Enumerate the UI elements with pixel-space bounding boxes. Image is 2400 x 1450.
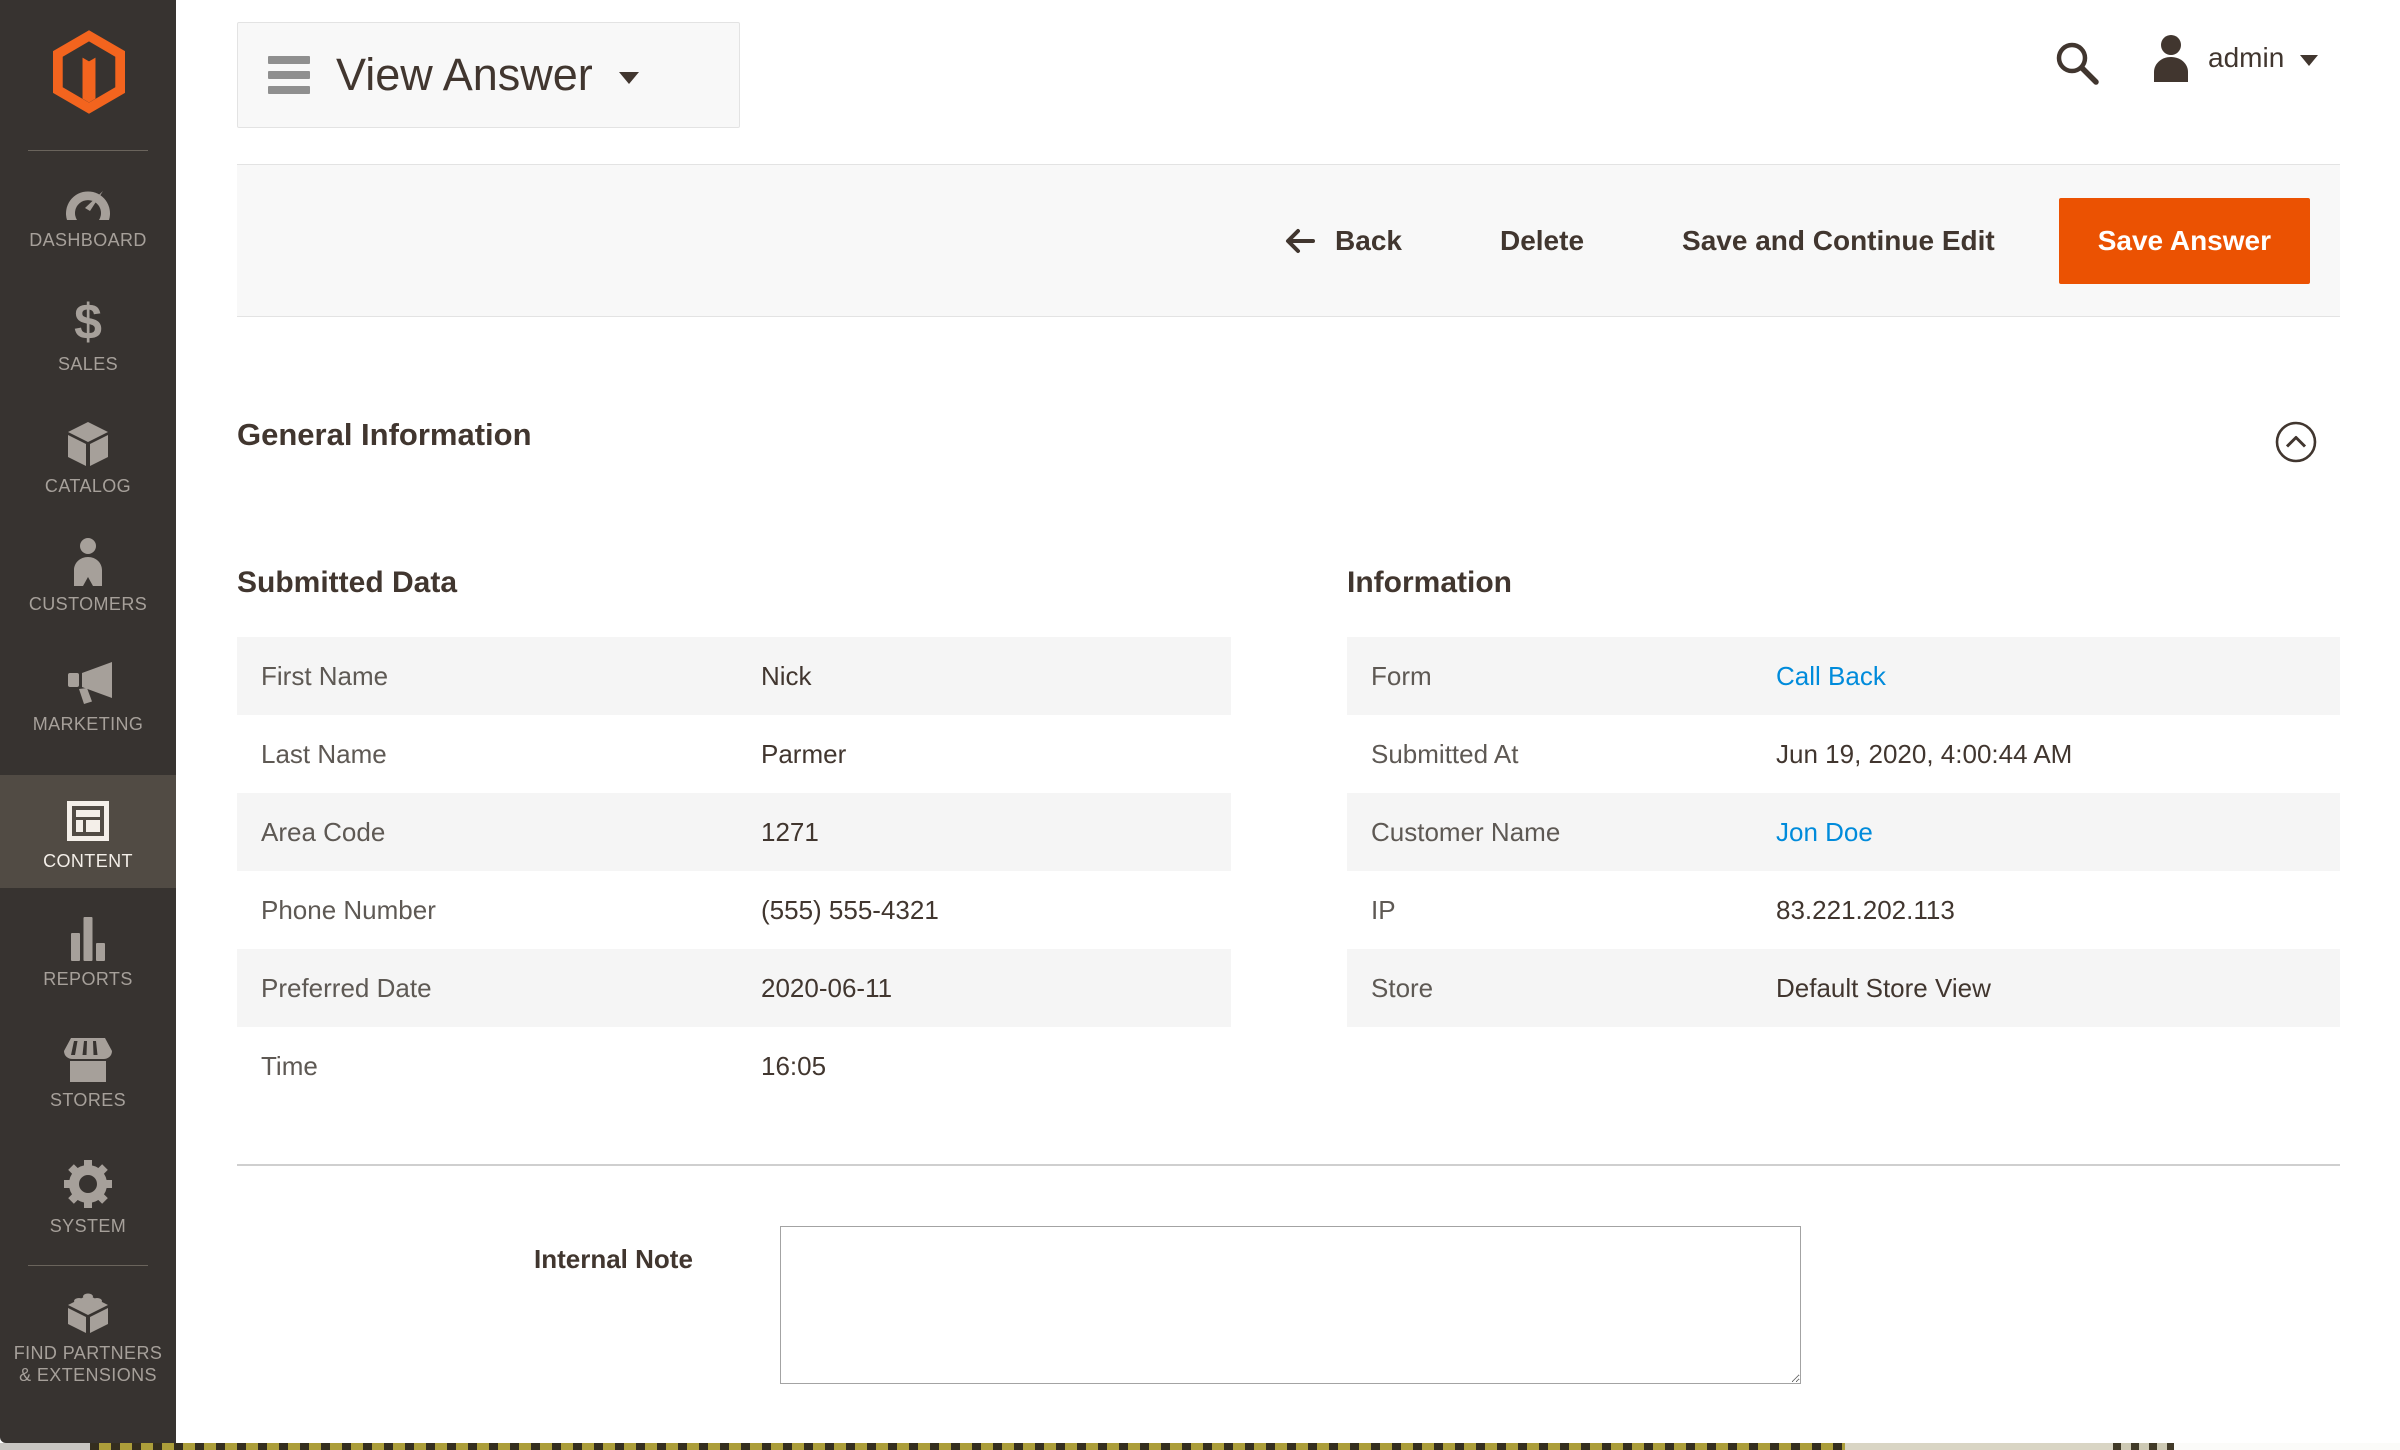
- search-icon[interactable]: [2052, 38, 2100, 86]
- page-title-dropdown-button[interactable]: View Answer: [237, 22, 740, 128]
- bottom-edge-artifact: [2113, 1443, 2174, 1450]
- row-label: Customer Name: [1347, 817, 1776, 848]
- table-row: Submitted At Jun 19, 2020, 4:00:44 AM: [1347, 715, 2340, 793]
- row-value: 1271: [761, 817, 819, 848]
- row-label: Time: [237, 1051, 761, 1082]
- extension-brick-icon: [63, 1285, 113, 1335]
- person-icon: [70, 538, 106, 586]
- sidebar-item-stores[interactable]: STORES: [0, 1038, 176, 1111]
- row-label: Form: [1347, 661, 1776, 692]
- page-title: View Answer: [336, 49, 593, 101]
- save-and-continue-button[interactable]: Save and Continue Edit: [1682, 225, 1995, 257]
- row-label: Store: [1347, 973, 1776, 1004]
- sidebar-item-marketing[interactable]: MARKETING: [0, 662, 176, 735]
- table-row: Customer Name Jon Doe: [1347, 793, 2340, 871]
- sidebar-item-sales[interactable]: $ SALES: [0, 298, 176, 375]
- sidebar-item-label: CUSTOMERS: [0, 593, 176, 615]
- user-avatar-icon: [2150, 34, 2192, 82]
- sidebar-item-dashboard[interactable]: DASHBOARD: [0, 178, 176, 251]
- sidebar-item-label: SYSTEM: [0, 1215, 176, 1237]
- table-row: Form Call Back: [1347, 637, 2340, 715]
- sidebar-item-customers[interactable]: CUSTOMERS: [0, 538, 176, 615]
- chevron-down-icon: [2300, 55, 2318, 66]
- delete-button[interactable]: Delete: [1500, 225, 1584, 257]
- sidebar-item-label: SALES: [0, 353, 176, 375]
- table-row: Preferred Date 2020-06-11: [237, 949, 1231, 1027]
- save-answer-button[interactable]: Save Answer: [2059, 198, 2310, 284]
- information-title: Information: [1347, 566, 1512, 600]
- sidebar-divider: [28, 150, 148, 151]
- sidebar-item-label: CONTENT: [0, 850, 176, 872]
- row-value: Parmer: [761, 739, 846, 770]
- chevron-up-circle-icon: [2274, 420, 2318, 464]
- collapse-section-button[interactable]: [2274, 420, 2318, 464]
- sidebar-item-reports[interactable]: REPORTS: [0, 915, 176, 990]
- row-value: Default Store View: [1776, 973, 1991, 1004]
- row-label: IP: [1347, 895, 1776, 926]
- bottom-edge-artifact: [1845, 1443, 2113, 1450]
- sidebar-divider: [28, 1265, 148, 1266]
- internal-note-label: Internal Note: [534, 1244, 693, 1275]
- back-button[interactable]: Back: [1283, 225, 1402, 257]
- sidebar: DASHBOARD $ SALES CATALOG CUSTOMERS: [0, 0, 176, 1443]
- megaphone-icon: [62, 662, 114, 706]
- submitted-data-title: Submitted Data: [237, 566, 457, 600]
- bottom-edge-artifact: [90, 1443, 1845, 1450]
- sidebar-item-label: REPORTS: [0, 968, 176, 990]
- sidebar-item-label: MARKETING: [0, 713, 176, 735]
- row-value: Nick: [761, 661, 812, 692]
- customer-name-link[interactable]: Jon Doe: [1776, 817, 1873, 848]
- admin-username: admin: [2208, 42, 2284, 74]
- table-row: Store Default Store View: [1347, 949, 2340, 1027]
- storefront-icon: [63, 1038, 113, 1082]
- chevron-down-icon: [619, 72, 639, 84]
- form-link[interactable]: Call Back: [1776, 661, 1886, 692]
- sidebar-item-catalog[interactable]: CATALOG: [0, 420, 176, 497]
- layout-icon: [65, 799, 111, 843]
- box-icon: [65, 420, 111, 468]
- table-row: First Name Nick: [237, 637, 1231, 715]
- sidebar-item-content[interactable]: CONTENT: [0, 775, 176, 888]
- page-actions-toolbar: Back Delete Save and Continue Edit Save …: [237, 164, 2340, 317]
- admin-user-menu[interactable]: admin: [2150, 34, 2318, 82]
- dollar-icon: $: [0, 298, 176, 346]
- hamburger-menu-icon: [268, 56, 310, 94]
- row-value: 16:05: [761, 1051, 826, 1082]
- row-label: Preferred Date: [237, 973, 761, 1004]
- row-value: (555) 555-4321: [761, 895, 939, 926]
- sidebar-item-label: STORES: [0, 1089, 176, 1111]
- row-label: Phone Number: [237, 895, 761, 926]
- table-row: Area Code 1271: [237, 793, 1231, 871]
- row-value: Jun 19, 2020, 4:00:44 AM: [1776, 739, 2072, 770]
- sidebar-item-label: DASHBOARD: [0, 229, 176, 251]
- information-table: Form Call Back Submitted At Jun 19, 2020…: [1347, 637, 2340, 1027]
- content-divider: [237, 1164, 2340, 1166]
- arrow-left-icon: [1283, 226, 1319, 256]
- row-label: First Name: [237, 661, 761, 692]
- bottom-edge-artifact: [0, 1443, 90, 1450]
- internal-note-textarea[interactable]: [780, 1226, 1801, 1384]
- table-row: IP 83.221.202.113: [1347, 871, 2340, 949]
- table-row: Phone Number (555) 555-4321: [237, 871, 1231, 949]
- sidebar-item-system[interactable]: SYSTEM: [0, 1160, 176, 1237]
- submitted-data-table: First Name Nick Last Name Parmer Area Co…: [237, 637, 1231, 1105]
- row-value: 83.221.202.113: [1776, 895, 1955, 926]
- sidebar-item-find-partners[interactable]: FIND PARTNERS & EXTENSIONS: [0, 1285, 176, 1386]
- row-label: Area Code: [237, 817, 761, 848]
- magento-admin-view-answer-page: DASHBOARD $ SALES CATALOG CUSTOMERS: [0, 0, 2400, 1450]
- bar-chart-icon: [69, 915, 107, 961]
- section-title: General Information: [237, 417, 532, 453]
- row-label: Last Name: [237, 739, 761, 770]
- bottom-edge-artifact: [2174, 1443, 2400, 1450]
- sidebar-item-label: FIND PARTNERS & EXTENSIONS: [0, 1342, 176, 1386]
- sidebar-item-label: CATALOG: [0, 475, 176, 497]
- row-value: 2020-06-11: [761, 973, 892, 1004]
- gear-icon: [64, 1160, 112, 1208]
- row-label: Submitted At: [1347, 739, 1776, 770]
- table-row: Last Name Parmer: [237, 715, 1231, 793]
- magento-logo-icon[interactable]: [53, 30, 125, 114]
- table-row: Time 16:05: [237, 1027, 1231, 1105]
- dashboard-gauge-icon: [63, 178, 113, 222]
